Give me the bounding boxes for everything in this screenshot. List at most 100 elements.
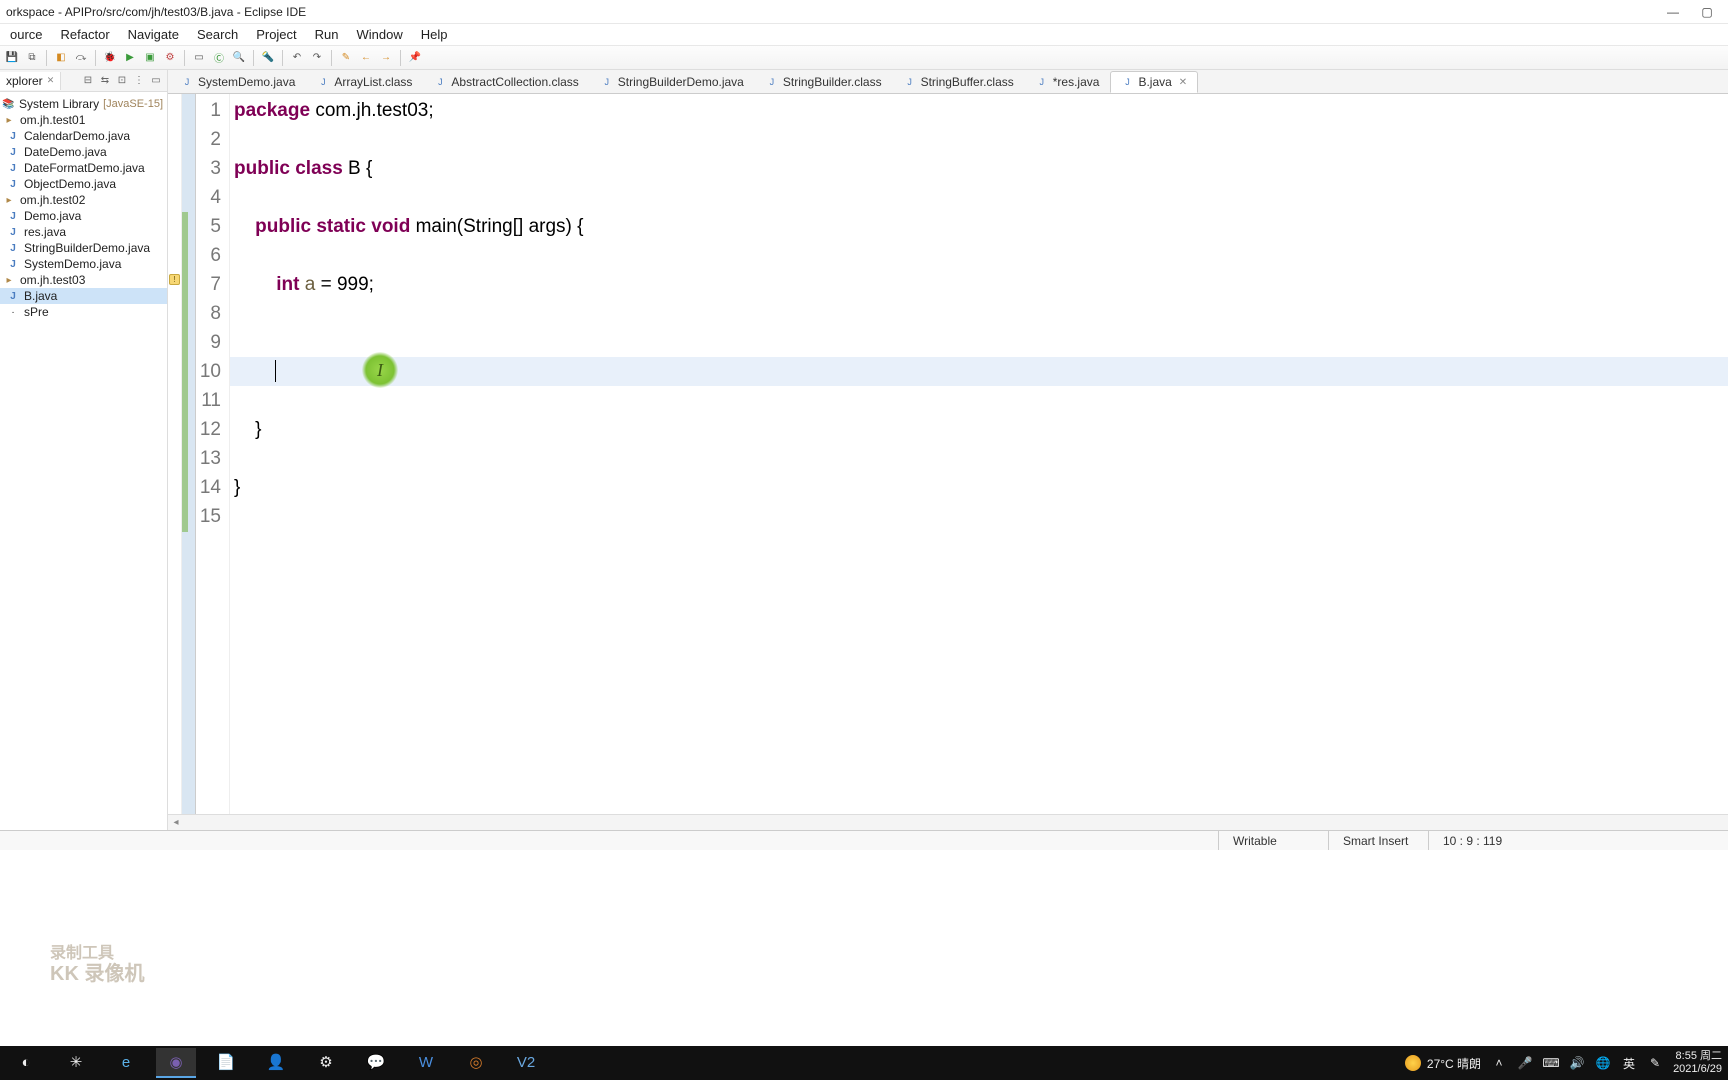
editor-tab[interactable]: JStringBuffer.class xyxy=(893,71,1025,93)
package-node[interactable]: ▸om.jh.test03 xyxy=(0,272,167,288)
new-class-icon[interactable]: Ⓒ xyxy=(211,50,227,66)
tray-ime-icon[interactable]: 英 xyxy=(1621,1055,1637,1071)
coverage-icon[interactable]: ▣ xyxy=(142,50,158,66)
file-node[interactable]: JStringBuilderDemo.java xyxy=(0,240,167,256)
menu-project[interactable]: Project xyxy=(248,25,304,44)
explorer-tree[interactable]: 📚 System Library [JavaSE-15] ▸om.jh.test… xyxy=(0,92,167,830)
package-node[interactable]: ▸om.jh.test02 xyxy=(0,192,167,208)
code-line[interactable] xyxy=(230,328,1728,357)
minimize-button[interactable]: — xyxy=(1666,5,1680,19)
task-app-eclipse[interactable]: ◉ xyxy=(156,1048,196,1078)
menu-navigate[interactable]: Navigate xyxy=(120,25,187,44)
last-edit-icon[interactable]: ✎ xyxy=(338,50,354,66)
task-app-npp[interactable]: ◎ xyxy=(456,1048,496,1078)
task-app-dev[interactable]: ⚙ xyxy=(306,1048,346,1078)
start-button[interactable]: ◐ xyxy=(6,1048,46,1078)
code-line[interactable]: int a = 999; xyxy=(230,270,1728,299)
warning-marker-icon[interactable]: ! xyxy=(169,274,180,285)
annotation-prev-icon[interactable]: ↶ xyxy=(289,50,305,66)
file-node[interactable]: Jres.java xyxy=(0,224,167,240)
file-node[interactable]: JSystemDemo.java xyxy=(0,256,167,272)
scroll-left-icon[interactable]: ◂ xyxy=(168,815,184,831)
debug-icon[interactable]: 🐞 xyxy=(102,50,118,66)
search-icon[interactable]: 🔦 xyxy=(260,50,276,66)
task-app-ie[interactable]: e xyxy=(106,1048,146,1078)
file-node[interactable]: JDateFormatDemo.java xyxy=(0,160,167,176)
package-node[interactable]: ▸om.jh.test01 xyxy=(0,112,167,128)
tray-pen-icon[interactable]: ✎ xyxy=(1647,1055,1663,1071)
editor-tab[interactable]: JB.java✕ xyxy=(1110,71,1198,93)
explorer-tab[interactable]: xplorer ✕ xyxy=(0,72,61,90)
close-icon[interactable]: ✕ xyxy=(1179,77,1187,88)
editor-tab[interactable]: JAbstractCollection.class xyxy=(423,71,589,93)
code-line[interactable] xyxy=(230,502,1728,531)
weather-widget[interactable]: 27°C 晴朗 xyxy=(1405,1055,1481,1072)
task-app-notes[interactable]: 📄 xyxy=(206,1048,246,1078)
menu-help[interactable]: Help xyxy=(413,25,456,44)
menu-run[interactable]: Run xyxy=(307,25,347,44)
skip-breakpoints-icon[interactable]: ⤼ xyxy=(73,50,89,66)
code-line[interactable] xyxy=(230,357,1728,386)
tray-keyboard-icon[interactable]: ⌨ xyxy=(1543,1055,1559,1071)
editor-tab[interactable]: JSystemDemo.java xyxy=(170,71,306,93)
link-editor-icon[interactable]: ⇆ xyxy=(98,74,112,88)
tray-mic-icon[interactable]: 🎤 xyxy=(1517,1055,1533,1071)
forward-icon[interactable]: → xyxy=(378,50,394,66)
editor-tab[interactable]: JArrayList.class xyxy=(306,71,423,93)
editor-tab[interactable]: JStringBuilder.class xyxy=(755,71,893,93)
file-node[interactable]: ·sPre xyxy=(0,304,167,320)
task-app-photos[interactable]: 👤 xyxy=(256,1048,296,1078)
file-node[interactable]: JDemo.java xyxy=(0,208,167,224)
code-line[interactable] xyxy=(230,183,1728,212)
file-node[interactable]: JObjectDemo.java xyxy=(0,176,167,192)
annotation-next-icon[interactable]: ↷ xyxy=(309,50,325,66)
file-node[interactable]: JDateDemo.java xyxy=(0,144,167,160)
menu-window[interactable]: Window xyxy=(349,25,411,44)
jre-library-node[interactable]: 📚 System Library [JavaSE-15] xyxy=(0,96,167,112)
code-line[interactable]: package com.jh.test03; xyxy=(230,96,1728,125)
code-line[interactable] xyxy=(230,125,1728,154)
save-all-icon[interactable]: ⧉ xyxy=(24,50,40,66)
java-file-icon: J xyxy=(6,145,20,159)
horizontal-scrollbar[interactable]: ◂ xyxy=(168,814,1728,830)
code-line[interactable] xyxy=(230,386,1728,415)
tray-volume-icon[interactable]: 🔊 xyxy=(1569,1055,1585,1071)
new-package-icon[interactable]: ▭ xyxy=(191,50,207,66)
file-node[interactable]: JCalendarDemo.java xyxy=(0,128,167,144)
system-clock[interactable]: 8:55 周二 2021/6/29 xyxy=(1673,1050,1722,1075)
minimize-icon[interactable]: ▭ xyxy=(149,74,163,88)
menu-refactor[interactable]: Refactor xyxy=(53,25,118,44)
file-node[interactable]: JB.java xyxy=(0,288,167,304)
code-line[interactable] xyxy=(230,299,1728,328)
editor-tab[interactable]: JStringBuilderDemo.java xyxy=(590,71,755,93)
close-icon[interactable]: ✕ xyxy=(47,75,55,86)
pin-editor-icon[interactable]: 📌 xyxy=(407,50,423,66)
maximize-button[interactable]: ▢ xyxy=(1700,5,1714,19)
code-line[interactable]: public class B { xyxy=(230,154,1728,183)
code-line[interactable] xyxy=(230,444,1728,473)
library-label: System Library xyxy=(19,97,99,111)
task-app-vnc[interactable]: V2 xyxy=(506,1048,546,1078)
external-tools-icon[interactable]: ⚙ xyxy=(162,50,178,66)
run-icon[interactable]: ▶ xyxy=(122,50,138,66)
back-icon[interactable]: ← xyxy=(358,50,374,66)
tray-chevron-icon[interactable]: ˄ xyxy=(1491,1055,1507,1071)
toggle-breadcrumb-icon[interactable]: ◧ xyxy=(53,50,69,66)
code-line[interactable]: } xyxy=(230,473,1728,502)
tray-network-icon[interactable]: 🌐 xyxy=(1595,1055,1611,1071)
save-icon[interactable]: 💾 xyxy=(4,50,20,66)
code-line[interactable]: } xyxy=(230,415,1728,444)
editor-tab[interactable]: J*res.java xyxy=(1025,71,1111,93)
code-line[interactable] xyxy=(230,241,1728,270)
focus-icon[interactable]: ⊡ xyxy=(115,74,129,88)
code-area[interactable]: package com.jh.test03; public class B { p… xyxy=(230,94,1728,814)
code-line[interactable]: public static void main(String[] args) { xyxy=(230,212,1728,241)
open-type-icon[interactable]: 🔍 xyxy=(231,50,247,66)
collapse-all-icon[interactable]: ⊟ xyxy=(81,74,95,88)
task-app-wechat[interactable]: 💬 xyxy=(356,1048,396,1078)
task-app-wps[interactable]: W xyxy=(406,1048,446,1078)
task-app-fan[interactable]: ✳ xyxy=(56,1048,96,1078)
view-menu-icon[interactable]: ⋮ xyxy=(132,74,146,88)
menu-ource[interactable]: ource xyxy=(2,25,51,44)
menu-search[interactable]: Search xyxy=(189,25,246,44)
